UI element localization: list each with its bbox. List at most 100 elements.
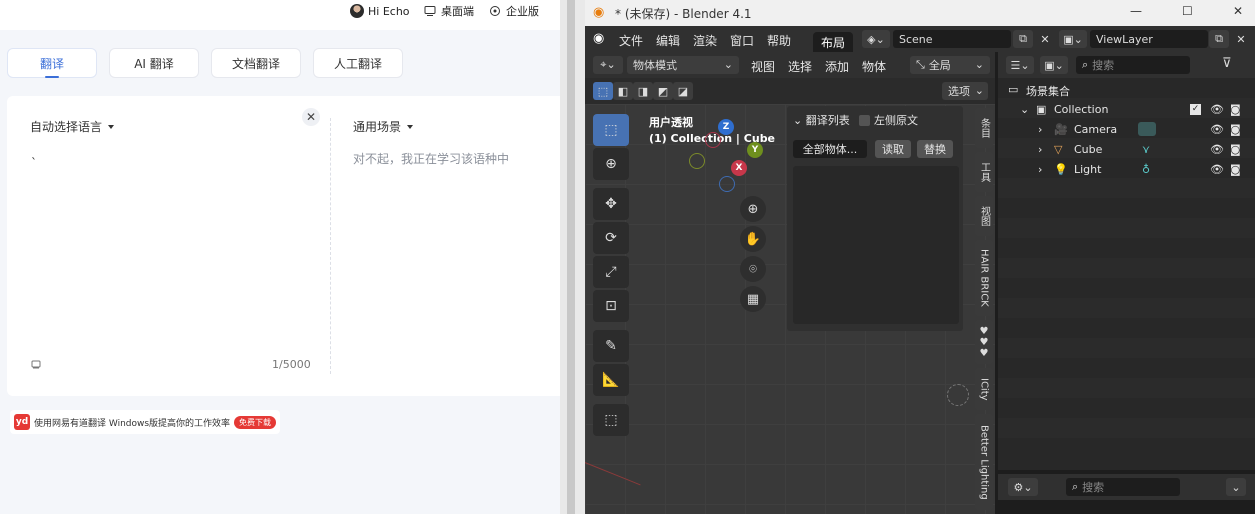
rotate-tool-icon[interactable]: ⟳ bbox=[593, 222, 629, 254]
menu-render[interactable]: 渲染 bbox=[693, 32, 717, 49]
chevron-down-icon[interactable]: ⌄ bbox=[1226, 478, 1246, 496]
outliner-row-collection[interactable]: ⌄ ▣ Collection ✓ 👁 ◙ bbox=[998, 100, 1255, 120]
outliner-row-cube[interactable]: › ▽ Cube ⋎ 👁 ◙ bbox=[998, 140, 1255, 160]
pan-hand-icon[interactable]: ✋ bbox=[740, 226, 766, 252]
camera-render-icon[interactable]: ◙ bbox=[1230, 123, 1241, 136]
light-object-icon[interactable] bbox=[947, 384, 969, 406]
editor-type-icon[interactable]: ⌖⌄ bbox=[593, 56, 623, 74]
view-layer-field[interactable]: ViewLayer bbox=[1090, 30, 1208, 48]
free-download-button[interactable]: 免费下载 bbox=[234, 415, 277, 429]
outliner-type-icon[interactable]: ☰⌄ bbox=[1006, 56, 1034, 74]
view-layer-icon[interactable]: ▣⌄ bbox=[1059, 30, 1087, 48]
display-mode-icon[interactable]: ▣⌄ bbox=[1040, 56, 1068, 74]
menu-file[interactable]: 文件 bbox=[619, 32, 643, 49]
desktop-link[interactable]: 桌面端 bbox=[423, 4, 474, 18]
select-tool-icon[interactable]: ⬚ bbox=[593, 114, 629, 146]
source-language-select[interactable]: 自动选择语言 bbox=[30, 118, 115, 135]
minimize-icon[interactable]: — bbox=[1130, 4, 1142, 18]
mesh-data-icon[interactable]: ⋎ bbox=[1142, 143, 1150, 156]
menu-window[interactable]: 窗口 bbox=[730, 32, 754, 49]
tab-tool[interactable]: 工具 bbox=[975, 152, 993, 192]
tab-view[interactable]: 视图 bbox=[975, 196, 993, 236]
select-extend-icon[interactable]: ◧ bbox=[613, 82, 633, 100]
outliner-scene-collection[interactable]: ▭ 场景集合 bbox=[998, 80, 1255, 100]
scale-tool-icon[interactable]: ⤢ bbox=[593, 256, 629, 288]
left-original-checkbox[interactable]: 左侧原文 bbox=[859, 112, 918, 128]
new-view-layer-icon[interactable]: ⧉ bbox=[1209, 30, 1229, 48]
outliner-row-camera[interactable]: › 🎥 Camera 👁 ◙ bbox=[998, 120, 1255, 140]
delete-scene-icon[interactable]: ✕ bbox=[1035, 30, 1055, 48]
gizmo-y-axis[interactable]: Y bbox=[747, 142, 763, 158]
blender-menu-icon[interactable]: ◉ bbox=[593, 31, 604, 46]
gizmo-x-axis[interactable]: X bbox=[731, 160, 747, 176]
annotate-tool-icon[interactable]: ✎ bbox=[593, 330, 629, 362]
chevron-right-icon[interactable]: › bbox=[1038, 143, 1042, 156]
replace-button[interactable]: 替换 bbox=[917, 140, 953, 158]
properties-search[interactable]: ⌕ 搜索 bbox=[1066, 478, 1180, 496]
camera-render-icon[interactable]: ◙ bbox=[1230, 163, 1241, 176]
scene-select[interactable]: 通用场景 bbox=[353, 118, 414, 135]
scene-type-icon[interactable]: ◈⌄ bbox=[862, 30, 890, 48]
filter-icon[interactable]: ⊽ bbox=[1222, 56, 1232, 71]
object-filter-dropdown[interactable]: 全部物体... bbox=[793, 140, 867, 158]
menu-help[interactable]: 帮助 bbox=[767, 32, 791, 49]
select-box-mode-icon[interactable]: ⬚ bbox=[593, 82, 613, 100]
tab-translate[interactable]: 翻译 bbox=[7, 48, 97, 78]
transform-tool-icon[interactable]: ⊡ bbox=[593, 290, 629, 322]
chevron-right-icon[interactable]: › bbox=[1038, 163, 1042, 176]
gizmo-z-axis[interactable]: Z bbox=[718, 119, 734, 135]
translate-list-area[interactable] bbox=[793, 166, 959, 324]
gizmo-neg-x[interactable] bbox=[705, 132, 721, 148]
gizmo-neg-y[interactable] bbox=[689, 153, 705, 169]
tab-ai-translate[interactable]: AI 翻译 bbox=[109, 48, 199, 78]
clear-button[interactable]: ✕ bbox=[302, 108, 320, 126]
source-textarea[interactable]: ` bbox=[31, 156, 37, 170]
tab-human-translate[interactable]: 人工翻译 bbox=[313, 48, 403, 78]
tab-icity[interactable]: ICity bbox=[975, 368, 993, 410]
tab-item[interactable]: 条目 bbox=[975, 108, 993, 148]
light-data-icon[interactable]: ♁ bbox=[1142, 163, 1150, 176]
transform-orientation-select[interactable]: ⤡ 全局 ⌄ bbox=[910, 56, 990, 74]
copy-icon[interactable] bbox=[30, 358, 42, 370]
camera-render-icon[interactable]: ◙ bbox=[1230, 103, 1241, 116]
tab-better-lighting[interactable]: Better Lighting bbox=[975, 414, 993, 510]
exclude-checkbox[interactable]: ✓ bbox=[1190, 104, 1201, 115]
add-cube-tool-icon[interactable]: ⬚ bbox=[593, 404, 629, 436]
read-button[interactable]: 读取 bbox=[875, 140, 911, 158]
scene-field[interactable]: Scene bbox=[893, 30, 1011, 48]
camera-view-icon[interactable]: ⌾ bbox=[740, 256, 766, 282]
eye-icon[interactable]: 👁 bbox=[1210, 123, 1224, 136]
eye-icon[interactable]: 👁 bbox=[1210, 103, 1224, 116]
3d-viewport[interactable]: ⌖⌄ 物体模式 ⌄ 视图 选择 添加 物体 ⤡ 全局 ⌄ ⬚ ◧ ◨ ◩ ◪ 选… bbox=[585, 52, 995, 514]
menu-edit[interactable]: 编辑 bbox=[656, 32, 680, 49]
new-scene-icon[interactable]: ⧉ bbox=[1013, 30, 1033, 48]
menu-object[interactable]: 物体 bbox=[862, 58, 886, 75]
options-dropdown[interactable]: 选项 ⌄ bbox=[942, 82, 988, 100]
menu-select[interactable]: 选择 bbox=[788, 58, 812, 75]
window-scrollbar[interactable] bbox=[560, 0, 585, 514]
eye-icon[interactable]: 👁 bbox=[1210, 143, 1224, 156]
properties-type-icon[interactable]: ⚙⌄ bbox=[1008, 478, 1038, 496]
cursor-tool-icon[interactable]: ⊕ bbox=[593, 148, 629, 180]
gizmo-neg-z[interactable] bbox=[719, 176, 735, 192]
workspace-tab-layout[interactable]: 布局 bbox=[813, 32, 853, 52]
camera-data-icon[interactable] bbox=[1138, 122, 1156, 136]
download-promo[interactable]: yd 使用网易有道翻译 Windows版提高你的工作效率 免费下载 bbox=[10, 410, 281, 434]
scrollbar-thumb[interactable] bbox=[567, 0, 575, 514]
chevron-down-icon[interactable]: ⌄ bbox=[1020, 103, 1029, 116]
zoom-icon[interactable]: ⊕ bbox=[740, 196, 766, 222]
select-invert-icon[interactable]: ◩ bbox=[653, 82, 673, 100]
outliner-row-light[interactable]: › 💡 Light ♁ 👁 ◙ bbox=[998, 160, 1255, 180]
close-icon[interactable]: ✕ bbox=[1233, 4, 1243, 18]
mode-select[interactable]: 物体模式 ⌄ bbox=[627, 56, 739, 74]
menu-add[interactable]: 添加 bbox=[825, 58, 849, 75]
move-tool-icon[interactable]: ✥ bbox=[593, 188, 629, 220]
enterprise-link[interactable]: 企业版 bbox=[488, 4, 539, 18]
delete-view-layer-icon[interactable]: ✕ bbox=[1231, 30, 1251, 48]
tab-hearts[interactable]: ♥♥♥ bbox=[975, 320, 993, 364]
tab-document-translate[interactable]: 文档翻译 bbox=[211, 48, 301, 78]
camera-render-icon[interactable]: ◙ bbox=[1230, 143, 1241, 156]
chevron-right-icon[interactable]: › bbox=[1038, 123, 1042, 136]
eye-icon[interactable]: 👁 bbox=[1210, 163, 1224, 176]
tab-hair-brick[interactable]: HAIR BRICK bbox=[975, 240, 993, 316]
